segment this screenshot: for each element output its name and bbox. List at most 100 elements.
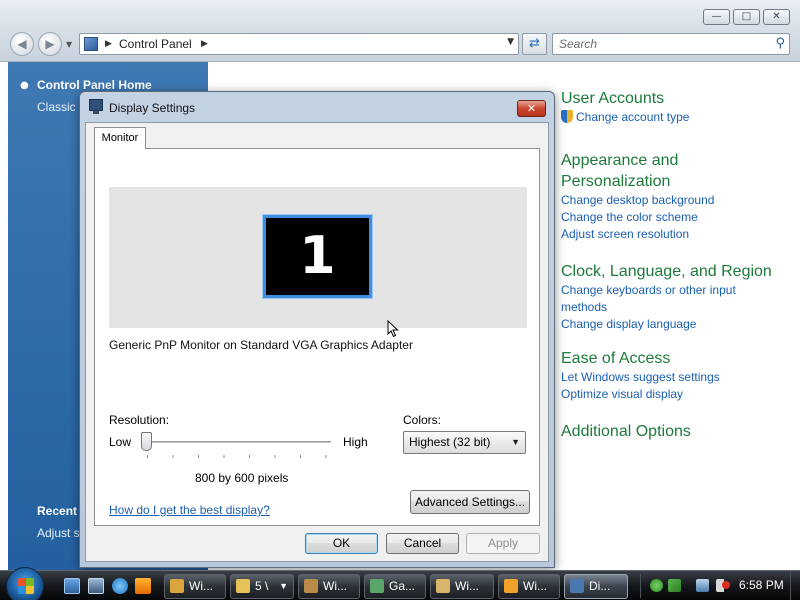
close-button[interactable]: ✕: [763, 9, 790, 25]
forward-arrow-icon: ▶: [45, 37, 55, 51]
forward-button[interactable]: ▶: [38, 32, 62, 56]
resolution-high-label: High: [343, 435, 368, 449]
display-settings-icon: [89, 99, 103, 114]
media-player-icon: [504, 579, 518, 593]
taskbar-button[interactable]: Wi...: [430, 574, 494, 599]
refresh-icon: ⇄: [529, 36, 540, 51]
category-link[interactable]: Change account type: [561, 109, 791, 126]
control-panel-icon: [84, 37, 98, 51]
best-display-help-link[interactable]: How do I get the best display?: [109, 503, 270, 517]
minimize-button[interactable]: —: [703, 9, 730, 25]
category-link[interactable]: Adjust screen resolution: [561, 226, 791, 243]
show-desktop-button[interactable]: [790, 571, 800, 600]
dialog-title: Display Settings: [109, 101, 196, 115]
taskbar-button[interactable]: 5 \ ▼: [230, 574, 294, 599]
network-icon[interactable]: [696, 579, 709, 592]
ok-button[interactable]: OK: [305, 533, 378, 554]
windows-logo-icon: [18, 578, 34, 594]
resolution-slider-thumb[interactable]: [141, 432, 152, 451]
colors-selected-value: Highest (32 bit): [409, 435, 491, 449]
dialog-titlebar[interactable]: Display Settings ✕: [80, 92, 554, 122]
category-user-accounts: User Accounts Change account type: [561, 88, 791, 126]
taskbar-button-label: Ga...: [389, 579, 416, 593]
breadcrumb-arrow-icon[interactable]: ▶: [105, 36, 112, 52]
chevron-down-icon: ▼: [279, 581, 288, 591]
monitor-preview-area: 1: [109, 187, 527, 338]
category-ease-of-access: Ease of Access Let Windows suggest setti…: [561, 348, 791, 403]
back-button[interactable]: ◀: [10, 32, 34, 56]
resolution-slider-ticks: [147, 455, 327, 458]
category-appearance: Appearance and Personalization Change de…: [561, 150, 791, 243]
monitor-tile[interactable]: 1: [263, 215, 372, 298]
media-player-icon[interactable]: [135, 578, 151, 594]
volume-mute-icon: [722, 581, 730, 589]
taskbar-button[interactable]: Wi...: [164, 574, 226, 599]
search-input[interactable]: Search ⚲: [552, 33, 790, 55]
taskbar-button[interactable]: Wi...: [298, 574, 360, 599]
bullet-icon: ●: [20, 80, 29, 91]
category-title[interactable]: Appearance and Personalization: [561, 150, 791, 192]
display-settings-dialog: Display Settings ✕ Monitor 1 Generic PnP…: [79, 91, 555, 568]
category-link[interactable]: Optimize visual display: [561, 386, 791, 403]
breadcrumb-control-panel[interactable]: Control Panel: [119, 37, 192, 51]
dialog-close-button[interactable]: ✕: [517, 100, 546, 117]
people-tray-icon[interactable]: [668, 579, 681, 592]
dialog-body: Monitor 1 Generic PnP Monitor on Standar…: [85, 122, 549, 562]
recent-task-link[interactable]: Adjust s: [37, 526, 80, 540]
uac-shield-icon: [561, 110, 573, 123]
display-icon: [570, 579, 584, 593]
tray-separator: [640, 574, 641, 598]
category-link[interactable]: Change keyboards or other input methods: [561, 282, 746, 316]
recent-pages-dropdown-icon[interactable]: ▼: [66, 40, 72, 49]
resolution-slider-track[interactable]: [141, 441, 331, 444]
taskbar-clock[interactable]: 6:58 PM: [739, 578, 784, 592]
cancel-button[interactable]: Cancel: [386, 533, 459, 554]
category-title[interactable]: Clock, Language, and Region: [561, 261, 791, 282]
sidebar-tray-icon[interactable]: [650, 579, 663, 592]
search-icon[interactable]: ⚲: [775, 36, 785, 51]
category-title[interactable]: Ease of Access: [561, 348, 791, 369]
address-dropdown-icon[interactable]: ▼: [507, 37, 514, 47]
control-panel-titlebar: — □ ✕ ◀ ▶ ▼ ▶ Control Panel ▶ ▼ ⇄ Search…: [0, 0, 800, 62]
apply-button[interactable]: Apply: [466, 533, 540, 554]
taskbar-button[interactable]: Ga...: [364, 574, 426, 599]
control-panel-home-link[interactable]: Control Panel Home: [37, 78, 152, 92]
taskbar: Wi... 5 \ ▼ Wi... Ga... Wi... Wi... Di..…: [0, 567, 800, 600]
show-desktop-icon[interactable]: [64, 578, 80, 594]
category-link-label: Change account type: [576, 110, 690, 124]
taskbar-button-label: Di...: [589, 579, 611, 593]
adapter-label: Generic PnP Monitor on Standard VGA Grap…: [109, 338, 413, 352]
internet-explorer-icon[interactable]: [112, 578, 128, 594]
advanced-settings-button[interactable]: Advanced Settings...: [410, 490, 530, 514]
category-title[interactable]: Additional Options: [561, 421, 791, 442]
games-icon: [370, 579, 384, 593]
taskbar-button-label: Wi...: [455, 579, 479, 593]
category-link[interactable]: Change display language: [561, 316, 791, 333]
search-placeholder: Search: [559, 37, 598, 51]
monitor-tab-panel: 1 Generic PnP Monitor on Standard VGA Gr…: [94, 148, 540, 526]
resolution-low-label: Low: [109, 435, 132, 449]
recent-tasks-heading: Recent: [37, 504, 78, 518]
address-bar[interactable]: ▶ Control Panel ▶ ▼: [79, 33, 519, 55]
colors-select[interactable]: Highest (32 bit) ▼: [403, 431, 526, 454]
taskbar-button-active[interactable]: Di...: [564, 574, 628, 599]
taskbar-button[interactable]: Wi...: [498, 574, 560, 599]
chevron-down-icon: ▼: [511, 437, 520, 447]
back-arrow-icon: ◀: [17, 37, 27, 51]
taskbar-button-label: Wi...: [189, 579, 213, 593]
category-link[interactable]: Change desktop background: [561, 192, 791, 209]
switch-windows-icon[interactable]: [88, 578, 104, 594]
breadcrumb-arrow-icon[interactable]: ▶: [201, 36, 208, 52]
category-link[interactable]: Change the color scheme: [561, 209, 791, 226]
refresh-button[interactable]: ⇄: [522, 33, 547, 55]
start-button[interactable]: [6, 567, 44, 600]
tab-monitor[interactable]: Monitor: [94, 127, 146, 149]
category-clock-language-region: Clock, Language, and Region Change keybo…: [561, 261, 791, 333]
category-title[interactable]: User Accounts: [561, 88, 791, 109]
maximize-button[interactable]: □: [733, 9, 760, 25]
mouse-cursor-icon: [387, 320, 399, 338]
resolution-label: Resolution:: [109, 413, 170, 427]
resolution-value: 800 by 600 pixels: [195, 471, 289, 485]
category-link[interactable]: Let Windows suggest settings: [561, 369, 791, 386]
taskbar-button-label: Wi...: [323, 579, 347, 593]
